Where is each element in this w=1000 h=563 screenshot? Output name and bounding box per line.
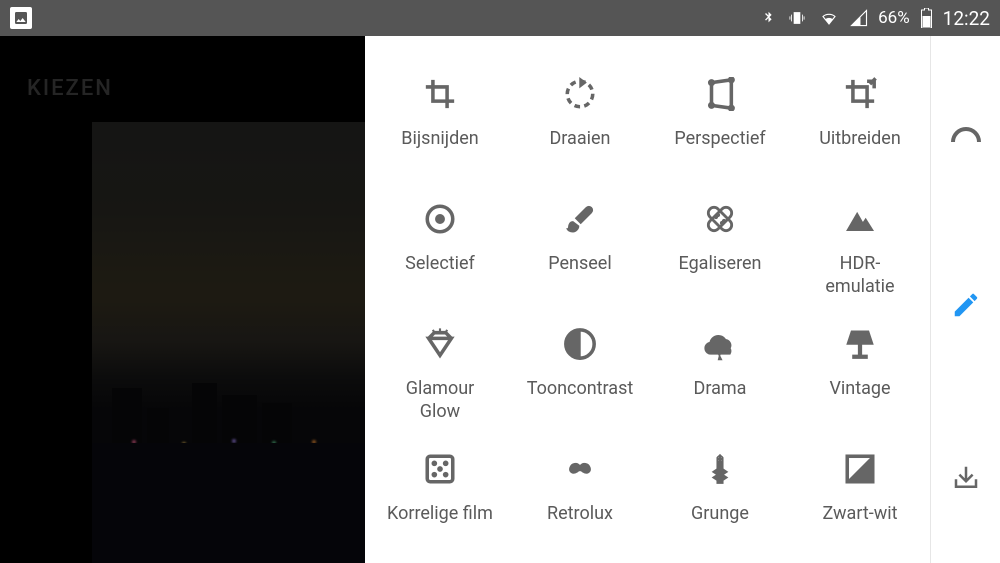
tool-label: Tooncontrast	[527, 378, 634, 401]
perspective-icon	[700, 74, 740, 114]
tool-perspective[interactable]: Perspectief	[650, 64, 790, 189]
tool-grainy[interactable]: Korrelige film	[370, 439, 510, 563]
tool-retrolux[interactable]: Retrolux	[510, 439, 650, 563]
tool-label: Drama	[694, 378, 747, 401]
halfcircle-icon	[560, 324, 600, 364]
lamp-icon	[840, 324, 880, 364]
tool-glamour[interactable]: Glamour Glow	[370, 314, 510, 439]
tool-label: Penseel	[548, 253, 611, 276]
tool-label: Vintage	[829, 378, 890, 401]
bluetooth-icon	[761, 8, 776, 28]
tool-grunge[interactable]: Grunge	[650, 439, 790, 563]
signal-icon	[850, 9, 868, 27]
tool-label: Draaien	[549, 128, 610, 151]
tool-label: Uitbreiden	[819, 128, 901, 151]
side-rail	[930, 36, 1000, 563]
tool-crop[interactable]: Bijsnijden	[370, 64, 510, 189]
tool-drama[interactable]: Drama	[650, 314, 790, 439]
tool-label: Grunge	[691, 503, 749, 526]
tool-bw[interactable]: Zwart-wit	[790, 439, 930, 563]
diamond-icon	[420, 324, 460, 364]
tool-label: Korrelige film	[387, 503, 493, 526]
tool-label: Egaliseren	[679, 253, 762, 276]
brush-icon	[560, 199, 600, 239]
tool-label: Retrolux	[547, 503, 613, 526]
mustache-icon	[560, 449, 600, 489]
tool-brush[interactable]: Penseel	[510, 189, 650, 314]
tools-panel: Bijsnijden Draaien Perspectief Uitbreiden Se…	[365, 36, 930, 563]
tool-selective[interactable]: Selectief	[370, 189, 510, 314]
tool-healing[interactable]: Egaliseren	[650, 189, 790, 314]
tool-label: Glamour Glow	[406, 378, 475, 423]
bwsquare-icon	[840, 449, 880, 489]
open-button-label[interactable]: KIEZEN	[27, 76, 113, 101]
mountains-icon	[840, 199, 880, 239]
crop-icon	[420, 74, 460, 114]
tool-tonal[interactable]: Tooncontrast	[510, 314, 650, 439]
bandaid-icon	[700, 199, 740, 239]
film-icon	[420, 449, 460, 489]
clock-time: 12:22	[943, 7, 990, 30]
tool-rotate[interactable]: Draaien	[510, 64, 650, 189]
tool-label: Bijsnijden	[401, 128, 478, 151]
battery-icon	[920, 8, 933, 28]
guitar-icon	[700, 449, 740, 489]
styles-tab-icon[interactable]	[949, 126, 983, 146]
main-area: KIEZEN Bijsnijden Draaien Perspectief Uitbr…	[0, 36, 1000, 563]
edit-tab-icon[interactable]	[951, 290, 981, 320]
tool-label: HDR- emulatie	[825, 253, 894, 298]
left-panel: KIEZEN	[0, 36, 365, 563]
tool-vintage[interactable]: Vintage	[790, 314, 930, 439]
vibrate-icon	[786, 8, 808, 28]
wifi-icon	[818, 9, 840, 27]
tool-hdr[interactable]: HDR- emulatie	[790, 189, 930, 314]
target-icon	[420, 199, 460, 239]
rotate-icon	[560, 74, 600, 114]
tool-label: Zwart-wit	[822, 503, 897, 526]
tool-label: Perspectief	[674, 128, 765, 151]
photo-preview[interactable]	[92, 122, 365, 563]
expand-icon	[840, 74, 880, 114]
tool-label: Selectief	[405, 253, 475, 276]
tool-expand[interactable]: Uitbreiden	[790, 64, 930, 189]
battery-percentage: 66%	[878, 8, 910, 28]
export-tab-icon[interactable]	[951, 463, 981, 493]
gallery-app-icon	[10, 7, 32, 29]
status-icons: 66% 12:22	[761, 7, 990, 30]
cloud-icon	[700, 324, 740, 364]
status-bar: 66% 12:22	[0, 0, 1000, 36]
